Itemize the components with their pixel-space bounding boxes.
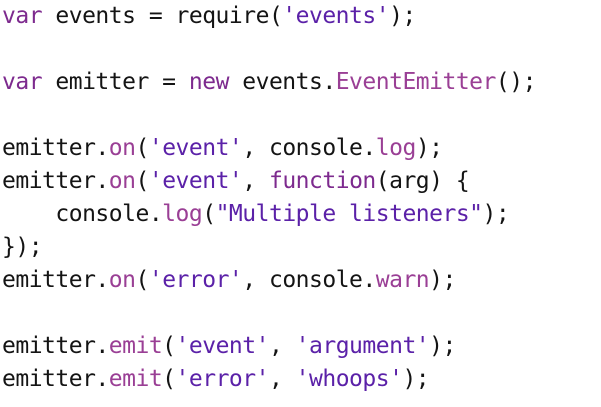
code-line: });	[2, 231, 43, 264]
code-string: "Multiple listeners"	[215, 201, 483, 227]
code-keyword: var	[2, 69, 43, 95]
code-text: emitter.	[2, 267, 109, 293]
code-string: 'event'	[175, 333, 270, 359]
code-string: 'whoops'	[295, 366, 403, 392]
code-keyword: function	[268, 168, 376, 194]
code-text: });	[2, 234, 43, 260]
code-text: );	[429, 267, 456, 293]
code-member: on	[108, 168, 136, 194]
code-member: warn	[375, 267, 430, 293]
code-text: );	[415, 135, 443, 161]
code-text: ,	[268, 366, 296, 392]
code-text: (	[135, 267, 149, 293]
code-text: (	[135, 168, 149, 194]
code-text: emitter.	[2, 333, 109, 359]
code-string: 'error'	[175, 366, 270, 392]
code-keyword: var	[2, 3, 43, 29]
code-text: emitter =	[42, 69, 189, 95]
code-text: ();	[495, 69, 537, 95]
code-text: emitter.	[2, 168, 109, 194]
code-member: on	[108, 135, 136, 161]
code-string: 'events'	[282, 3, 390, 29]
code-line: emitter.emit('event', 'argument');	[2, 330, 456, 363]
code-member: emit	[108, 366, 163, 392]
code-text: console.	[2, 201, 163, 227]
code-text: (	[162, 366, 176, 392]
code-text: );	[429, 333, 456, 359]
code-member: log	[162, 201, 203, 227]
code-member: log	[375, 135, 417, 161]
code-text: (	[162, 333, 176, 359]
code-line: var emitter = new events.EventEmitter();	[2, 66, 536, 99]
code-text: );	[402, 366, 430, 392]
code-text: emitter.	[2, 366, 109, 392]
code-line: console.log("Multiple listeners");	[2, 198, 509, 231]
code-text: ,	[268, 333, 296, 359]
code-line: emitter.emit('error', 'whoops');	[2, 363, 430, 396]
code-line: emitter.on('event', function(arg) {	[2, 165, 470, 198]
code-line: emitter.on('event', console.log);	[2, 132, 443, 165]
code-string: 'event'	[148, 168, 243, 194]
code-text: (arg) {	[375, 168, 470, 194]
code-string: 'event'	[148, 135, 243, 161]
code-text: );	[482, 201, 510, 227]
code-editor[interactable]: var events = require('events'); var emitt…	[0, 0, 601, 407]
code-member: on	[108, 267, 136, 293]
code-string: 'argument'	[295, 333, 430, 359]
code-member: EventEmitter	[335, 69, 497, 95]
code-text: (	[202, 201, 216, 227]
code-line: emitter.on('error', console.warn);	[2, 264, 456, 297]
code-line: var events = require('events');	[2, 0, 416, 33]
code-text: , console.	[242, 267, 376, 293]
code-text: ,	[242, 168, 269, 194]
code-text: events.	[228, 69, 336, 95]
code-text: (	[135, 135, 149, 161]
code-keyword: new	[188, 69, 230, 95]
code-string: 'error'	[148, 267, 243, 293]
code-text: , console.	[242, 135, 376, 161]
code-text: events = require(	[42, 3, 283, 29]
code-text: );	[389, 3, 416, 29]
code-member: emit	[108, 333, 163, 359]
code-text: emitter.	[2, 135, 109, 161]
